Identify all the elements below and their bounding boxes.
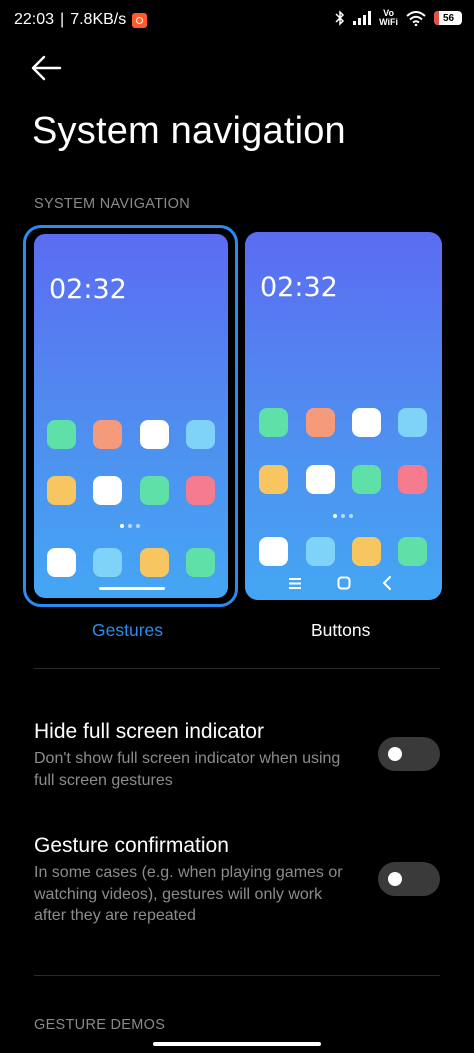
wifi-icon (406, 10, 426, 26)
toggle-knob (388, 872, 402, 886)
preview-clock: 02:32 (260, 272, 338, 303)
page-dots (333, 514, 353, 518)
status-bar: 22:03 | 7.8KB/s Vo WiFi 56 (0, 0, 474, 40)
setting-title: Hide full screen indicator (34, 720, 264, 743)
app-icon (259, 465, 288, 494)
app-notification-icon (132, 12, 148, 28)
app-icon (352, 465, 381, 494)
section-label-system-navigation: SYSTEM NAVIGATION (34, 196, 191, 212)
bluetooth-icon (335, 10, 345, 26)
page-dots (120, 524, 140, 528)
app-icon (47, 420, 76, 449)
setting-description: In some cases (e.g. when playing games o… (34, 864, 343, 924)
toggle-knob (388, 747, 402, 761)
dock-icon (306, 537, 335, 566)
app-icon (186, 476, 215, 505)
buttons-label[interactable]: Buttons (311, 620, 370, 641)
status-time: 22:03 (14, 11, 55, 28)
signal-icon (353, 11, 372, 25)
app-icon (352, 408, 381, 437)
app-icon (186, 420, 215, 449)
menu-button-icon (289, 578, 301, 589)
divider (34, 668, 440, 669)
preview-clock: 02:32 (49, 274, 127, 305)
vowifi-indicator: Vo WiFi (379, 9, 398, 27)
vowifi-bottom: WiFi (379, 17, 398, 27)
app-icon (93, 476, 122, 505)
status-left: 22:03 | 7.8KB/s (14, 11, 148, 29)
page-title: System navigation (32, 110, 346, 152)
dock-icon (47, 548, 76, 577)
app-icon (47, 476, 76, 505)
setting-description: Don't show full screen indicator when us… (34, 750, 341, 789)
dock-icon (259, 537, 288, 566)
app-icon (93, 420, 122, 449)
app-icon (398, 465, 427, 494)
gesture-confirmation-toggle[interactable] (378, 862, 440, 896)
app-icon (398, 408, 427, 437)
battery-level: 56 (443, 12, 455, 24)
dock-icon (398, 537, 427, 566)
dock-icon (140, 548, 169, 577)
app-icon (259, 408, 288, 437)
dock-icon (93, 548, 122, 577)
battery-icon: 56 (434, 11, 462, 25)
network-speed: 7.8KB/s (70, 11, 127, 28)
setting-title: Gesture confirmation (34, 834, 229, 857)
app-icon (306, 465, 335, 494)
gestures-label[interactable]: Gestures (92, 620, 163, 641)
section-label-gesture-demos: GESTURE DEMOS (34, 1017, 166, 1033)
app-icon (140, 420, 169, 449)
app-icon (140, 476, 169, 505)
divider (34, 975, 440, 976)
status-separator: | (60, 11, 65, 28)
back-arrow-icon[interactable] (30, 54, 62, 82)
app-icon (306, 408, 335, 437)
status-right: Vo WiFi 56 (335, 9, 462, 27)
gesture-bar (99, 587, 165, 590)
hide-indicator-toggle[interactable] (378, 737, 440, 771)
gestures-preview-card[interactable]: 02:32 (32, 232, 230, 600)
buttons-preview-card[interactable]: 02:32 (245, 232, 442, 600)
back-button-icon (382, 576, 391, 590)
dock-icon (186, 548, 215, 577)
dock-icon (352, 537, 381, 566)
home-button-icon (337, 576, 351, 590)
home-indicator[interactable] (153, 1042, 321, 1046)
